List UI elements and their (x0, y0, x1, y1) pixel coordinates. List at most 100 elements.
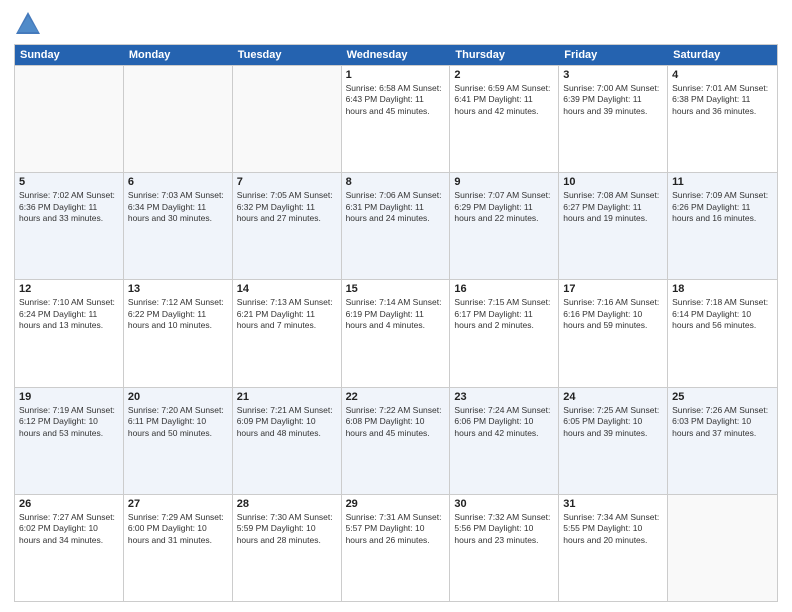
day-number: 18 (672, 283, 773, 295)
day-cell: 14 Sunrise: 7:13 AM Sunset: 6:21 PM Dayli… (233, 280, 342, 386)
day-info: Sunrise: 7:13 AM Sunset: 6:21 PM Dayligh… (237, 297, 337, 331)
week-row: 19 Sunrise: 7:19 AM Sunset: 6:12 PM Dayli… (15, 387, 777, 494)
day-info: Sunrise: 7:20 AM Sunset: 6:11 PM Dayligh… (128, 405, 228, 439)
day-header-monday: Monday (124, 45, 233, 65)
day-info: Sunrise: 7:34 AM Sunset: 5:55 PM Dayligh… (563, 512, 663, 546)
day-cell: 7Sunrise: 7:05 AM Sunset: 6:32 PM Daylig… (233, 173, 342, 279)
day-info: Sunrise: 7:02 AM Sunset: 6:36 PM Dayligh… (19, 190, 119, 224)
day-cell: 10Sunrise: 7:08 AM Sunset: 6:27 PM Dayli… (559, 173, 668, 279)
day-header-sunday: Sunday (15, 45, 124, 65)
day-number: 25 (672, 391, 773, 403)
day-cell: 11 Sunrise: 7:09 AM Sunset: 6:26 PM Dayli… (668, 173, 777, 279)
day-number: 12 (19, 283, 119, 295)
day-headers: SundayMondayTuesdayWednesdayThursdayFrid… (15, 45, 777, 65)
week-row: 1 Sunrise: 6:58 AM Sunset: 6:43 PM Daylig… (15, 65, 777, 172)
day-cell (15, 66, 124, 172)
day-cell: 1 Sunrise: 6:58 AM Sunset: 6:43 PM Daylig… (342, 66, 451, 172)
logo (14, 10, 46, 38)
day-info: Sunrise: 7:00 AM Sunset: 6:39 PM Dayligh… (563, 83, 663, 117)
day-cell: 24Sunrise: 7:25 AM Sunset: 6:05 PM Dayli… (559, 388, 668, 494)
day-cell: 31Sunrise: 7:34 AM Sunset: 5:55 PM Dayli… (559, 495, 668, 601)
day-info: Sunrise: 6:58 AM Sunset: 6:43 PM Dayligh… (346, 83, 446, 117)
day-cell: 26 Sunrise: 7:27 AM Sunset: 6:02 PM Dayli… (15, 495, 124, 601)
day-info: Sunrise: 7:25 AM Sunset: 6:05 PM Dayligh… (563, 405, 663, 439)
day-number: 7 (237, 176, 337, 188)
day-cell: 23Sunrise: 7:24 AM Sunset: 6:06 PM Dayli… (450, 388, 559, 494)
day-number: 23 (454, 391, 554, 403)
day-info: Sunrise: 7:10 AM Sunset: 6:24 PM Dayligh… (19, 297, 119, 331)
day-number: 15 (346, 283, 446, 295)
week-row: 5Sunrise: 7:02 AM Sunset: 6:36 PM Daylig… (15, 172, 777, 279)
day-info: Sunrise: 7:30 AM Sunset: 5:59 PM Dayligh… (237, 512, 337, 546)
day-number: 26 (19, 498, 119, 510)
day-info: Sunrise: 7:16 AM Sunset: 6:16 PM Dayligh… (563, 297, 663, 331)
day-info: Sunrise: 7:03 AM Sunset: 6:34 PM Dayligh… (128, 190, 228, 224)
day-number: 8 (346, 176, 446, 188)
day-number: 29 (346, 498, 446, 510)
day-info: Sunrise: 7:15 AM Sunset: 6:17 PM Dayligh… (454, 297, 554, 331)
day-number: 22 (346, 391, 446, 403)
logo-icon (14, 10, 42, 38)
day-cell: 13 Sunrise: 7:12 AM Sunset: 6:22 PM Dayli… (124, 280, 233, 386)
day-number: 21 (237, 391, 337, 403)
day-number: 16 (454, 283, 554, 295)
day-cell (668, 495, 777, 601)
day-cell: 22 Sunrise: 7:22 AM Sunset: 6:08 PM Dayli… (342, 388, 451, 494)
day-info: Sunrise: 7:19 AM Sunset: 6:12 PM Dayligh… (19, 405, 119, 439)
day-header-thursday: Thursday (450, 45, 559, 65)
day-info: Sunrise: 7:32 AM Sunset: 5:56 PM Dayligh… (454, 512, 554, 546)
day-info: Sunrise: 6:59 AM Sunset: 6:41 PM Dayligh… (454, 83, 554, 117)
day-cell: 20 Sunrise: 7:20 AM Sunset: 6:11 PM Dayli… (124, 388, 233, 494)
day-info: Sunrise: 7:29 AM Sunset: 6:00 PM Dayligh… (128, 512, 228, 546)
day-cell: 28 Sunrise: 7:30 AM Sunset: 5:59 PM Dayli… (233, 495, 342, 601)
day-number: 19 (19, 391, 119, 403)
day-number: 13 (128, 283, 228, 295)
day-cell: 21 Sunrise: 7:21 AM Sunset: 6:09 PM Dayli… (233, 388, 342, 494)
day-cell: 3 Sunrise: 7:00 AM Sunset: 6:39 PM Daylig… (559, 66, 668, 172)
day-info: Sunrise: 7:22 AM Sunset: 6:08 PM Dayligh… (346, 405, 446, 439)
week-row: 26 Sunrise: 7:27 AM Sunset: 6:02 PM Dayli… (15, 494, 777, 601)
day-number: 27 (128, 498, 228, 510)
day-cell: 16 Sunrise: 7:15 AM Sunset: 6:17 PM Dayli… (450, 280, 559, 386)
day-info: Sunrise: 7:26 AM Sunset: 6:03 PM Dayligh… (672, 405, 773, 439)
day-header-wednesday: Wednesday (342, 45, 451, 65)
day-number: 20 (128, 391, 228, 403)
day-number: 17 (563, 283, 663, 295)
day-header-saturday: Saturday (668, 45, 777, 65)
day-number: 10 (563, 176, 663, 188)
day-cell: 30Sunrise: 7:32 AM Sunset: 5:56 PM Dayli… (450, 495, 559, 601)
day-cell: 12 Sunrise: 7:10 AM Sunset: 6:24 PM Dayli… (15, 280, 124, 386)
day-number: 6 (128, 176, 228, 188)
day-info: Sunrise: 7:31 AM Sunset: 5:57 PM Dayligh… (346, 512, 446, 546)
day-cell: 2Sunrise: 6:59 AM Sunset: 6:41 PM Daylig… (450, 66, 559, 172)
day-info: Sunrise: 7:27 AM Sunset: 6:02 PM Dayligh… (19, 512, 119, 546)
day-number: 28 (237, 498, 337, 510)
day-info: Sunrise: 7:09 AM Sunset: 6:26 PM Dayligh… (672, 190, 773, 224)
day-cell: 4 Sunrise: 7:01 AM Sunset: 6:38 PM Daylig… (668, 66, 777, 172)
day-info: Sunrise: 7:14 AM Sunset: 6:19 PM Dayligh… (346, 297, 446, 331)
day-cell: 9Sunrise: 7:07 AM Sunset: 6:29 PM Daylig… (450, 173, 559, 279)
day-number: 1 (346, 69, 446, 81)
day-info: Sunrise: 7:06 AM Sunset: 6:31 PM Dayligh… (346, 190, 446, 224)
day-info: Sunrise: 7:01 AM Sunset: 6:38 PM Dayligh… (672, 83, 773, 117)
day-info: Sunrise: 7:18 AM Sunset: 6:14 PM Dayligh… (672, 297, 773, 331)
day-number: 3 (563, 69, 663, 81)
weeks: 1 Sunrise: 6:58 AM Sunset: 6:43 PM Daylig… (15, 65, 777, 601)
week-row: 12 Sunrise: 7:10 AM Sunset: 6:24 PM Dayli… (15, 279, 777, 386)
day-number: 4 (672, 69, 773, 81)
day-header-friday: Friday (559, 45, 668, 65)
day-cell: 17 Sunrise: 7:16 AM Sunset: 6:16 PM Dayli… (559, 280, 668, 386)
day-cell: 25 Sunrise: 7:26 AM Sunset: 6:03 PM Dayli… (668, 388, 777, 494)
day-info: Sunrise: 7:07 AM Sunset: 6:29 PM Dayligh… (454, 190, 554, 224)
day-info: Sunrise: 7:12 AM Sunset: 6:22 PM Dayligh… (128, 297, 228, 331)
day-cell (124, 66, 233, 172)
day-cell: 8 Sunrise: 7:06 AM Sunset: 6:31 PM Daylig… (342, 173, 451, 279)
page: SundayMondayTuesdayWednesdayThursdayFrid… (0, 0, 792, 612)
calendar: SundayMondayTuesdayWednesdayThursdayFrid… (14, 44, 778, 602)
day-cell: 27 Sunrise: 7:29 AM Sunset: 6:00 PM Dayli… (124, 495, 233, 601)
day-number: 11 (672, 176, 773, 188)
day-cell: 19 Sunrise: 7:19 AM Sunset: 6:12 PM Dayli… (15, 388, 124, 494)
day-number: 14 (237, 283, 337, 295)
header (14, 10, 778, 38)
day-info: Sunrise: 7:21 AM Sunset: 6:09 PM Dayligh… (237, 405, 337, 439)
